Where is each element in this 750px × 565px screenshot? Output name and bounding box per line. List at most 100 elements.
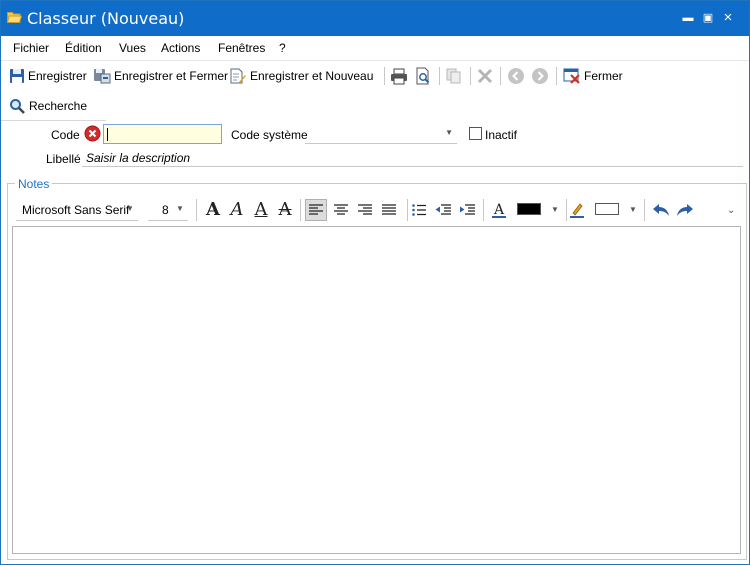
menu-vues[interactable]: Vues bbox=[119, 41, 146, 55]
align-right-icon bbox=[358, 204, 372, 215]
previous-icon bbox=[508, 68, 524, 84]
search-button[interactable]: Recherche bbox=[9, 97, 87, 115]
menu-bar: Fichier Édition Vues Actions Fenêtres ? bbox=[1, 36, 749, 58]
undo-button[interactable] bbox=[650, 199, 672, 221]
classeur-window: Classeur (Nouveau) ▬ ▣ × Fichier Édition… bbox=[0, 0, 750, 565]
toolbar-separator bbox=[556, 67, 557, 85]
outdent-icon bbox=[435, 204, 451, 215]
menu-fichier[interactable]: Fichier bbox=[13, 41, 49, 55]
save-close-button[interactable]: Enregistrer et Fermer bbox=[93, 66, 228, 86]
justify-icon bbox=[382, 204, 396, 215]
text-color-icon: A bbox=[492, 202, 506, 218]
chevron-down-icon[interactable]: ▼ bbox=[551, 205, 559, 214]
toolbar-separator bbox=[644, 199, 645, 221]
next-icon bbox=[532, 68, 548, 84]
libelle-placeholder: Saisir la description bbox=[86, 151, 191, 165]
code-input[interactable] bbox=[103, 124, 222, 144]
inactive-label: Inactif bbox=[485, 128, 518, 142]
toolbar-overflow-icon[interactable]: ⌄ bbox=[727, 205, 735, 216]
align-center-button[interactable] bbox=[330, 199, 352, 221]
font-name-value: Microsoft Sans Serif bbox=[22, 203, 130, 217]
toolbar-separator bbox=[500, 67, 501, 85]
toolbar-separator bbox=[439, 67, 440, 85]
indent-icon bbox=[460, 204, 475, 215]
align-right-button[interactable] bbox=[354, 199, 376, 221]
font-size-select[interactable]: 8 ▼ bbox=[148, 199, 188, 221]
error-icon bbox=[84, 125, 101, 142]
close-window-button[interactable]: × bbox=[719, 9, 737, 27]
notes-label: Notes bbox=[15, 177, 53, 191]
window-title: Classeur (Nouveau) bbox=[27, 9, 185, 28]
bullet-list-icon bbox=[412, 204, 426, 216]
undo-icon bbox=[653, 204, 669, 216]
search-underline bbox=[1, 120, 106, 121]
title-bar: Classeur (Nouveau) ▬ ▣ × bbox=[1, 1, 749, 36]
close-form-icon bbox=[563, 68, 580, 84]
italic-button[interactable]: A bbox=[226, 199, 248, 221]
search-icon bbox=[10, 99, 25, 114]
align-center-icon bbox=[334, 204, 348, 215]
libelle-input[interactable]: Saisir la description bbox=[82, 147, 743, 167]
highlighter-icon bbox=[570, 203, 584, 218]
increase-indent-button[interactable] bbox=[456, 199, 478, 221]
save-new-icon bbox=[230, 68, 246, 84]
save-label: Enregistrer bbox=[28, 69, 87, 83]
delete-icon bbox=[477, 68, 493, 84]
italic-icon: A bbox=[230, 199, 244, 220]
chevron-down-icon: ▼ bbox=[445, 128, 453, 137]
align-left-button[interactable] bbox=[305, 199, 327, 221]
print-preview-icon[interactable] bbox=[414, 67, 432, 85]
menu-help[interactable]: ? bbox=[279, 41, 286, 55]
minimize-button[interactable]: ▬ bbox=[679, 9, 697, 27]
save-close-label: Enregistrer et Fermer bbox=[114, 69, 229, 83]
system-code-select[interactable]: ▼ bbox=[305, 124, 457, 144]
text-color-button[interactable]: A bbox=[488, 199, 510, 221]
toolbar-separator bbox=[384, 67, 385, 85]
decrease-indent-button[interactable] bbox=[432, 199, 454, 221]
bold-icon: A bbox=[206, 199, 220, 220]
code-label: Code bbox=[51, 128, 80, 142]
underline-icon: A bbox=[254, 199, 268, 220]
toolbar-separator bbox=[196, 199, 197, 221]
toolbar-separator bbox=[300, 199, 301, 221]
main-toolbar: Enregistrer Enregistrer et Fermer Enregi… bbox=[1, 60, 749, 90]
menu-edition[interactable]: Édition bbox=[65, 41, 102, 55]
floppy-disk-icon bbox=[10, 69, 24, 83]
copy-icon bbox=[446, 68, 461, 84]
menu-fenetres[interactable]: Fenêtres bbox=[218, 41, 265, 55]
underline-button[interactable]: A bbox=[250, 199, 272, 221]
redo-button[interactable] bbox=[674, 199, 696, 221]
font-name-select[interactable]: Microsoft Sans Serif ▼ bbox=[16, 199, 138, 221]
save-new-button[interactable]: Enregistrer et Nouveau bbox=[229, 66, 373, 86]
save-new-label: Enregistrer et Nouveau bbox=[250, 69, 374, 83]
chevron-down-icon: ▼ bbox=[126, 204, 134, 213]
maximize-button[interactable]: ▣ bbox=[699, 9, 717, 27]
print-icon[interactable] bbox=[390, 67, 408, 85]
bold-button[interactable]: A bbox=[202, 199, 224, 221]
libelle-label: Libellé bbox=[46, 152, 81, 166]
notes-editor[interactable] bbox=[12, 226, 741, 554]
rich-text-toolbar: Microsoft Sans Serif ▼ 8 ▼ A A A A A ▼ ▼… bbox=[14, 195, 742, 225]
text-color-swatch[interactable] bbox=[517, 203, 541, 215]
highlight-color-button[interactable] bbox=[566, 199, 588, 221]
font-size-value: 8 bbox=[162, 203, 169, 217]
toolbar-separator bbox=[470, 67, 471, 85]
inactive-checkbox[interactable] bbox=[469, 127, 482, 140]
text-caret bbox=[107, 128, 108, 141]
redo-icon bbox=[677, 204, 693, 216]
strikethrough-button[interactable]: A bbox=[274, 199, 296, 221]
svg-text:A: A bbox=[493, 202, 505, 218]
bullet-list-button[interactable] bbox=[408, 199, 430, 221]
save-button[interactable]: Enregistrer bbox=[9, 66, 87, 86]
strikethrough-icon: A bbox=[278, 199, 292, 220]
highlight-color-swatch[interactable] bbox=[595, 203, 619, 215]
search-label: Recherche bbox=[29, 99, 88, 113]
close-label: Fermer bbox=[584, 69, 623, 83]
chevron-down-icon[interactable]: ▼ bbox=[629, 205, 637, 214]
align-left-icon bbox=[309, 204, 323, 215]
justify-button[interactable] bbox=[378, 199, 400, 221]
save-close-icon bbox=[94, 69, 111, 84]
close-button[interactable]: Fermer bbox=[563, 66, 623, 86]
menu-actions[interactable]: Actions bbox=[161, 41, 200, 55]
chevron-down-icon: ▼ bbox=[176, 204, 184, 213]
